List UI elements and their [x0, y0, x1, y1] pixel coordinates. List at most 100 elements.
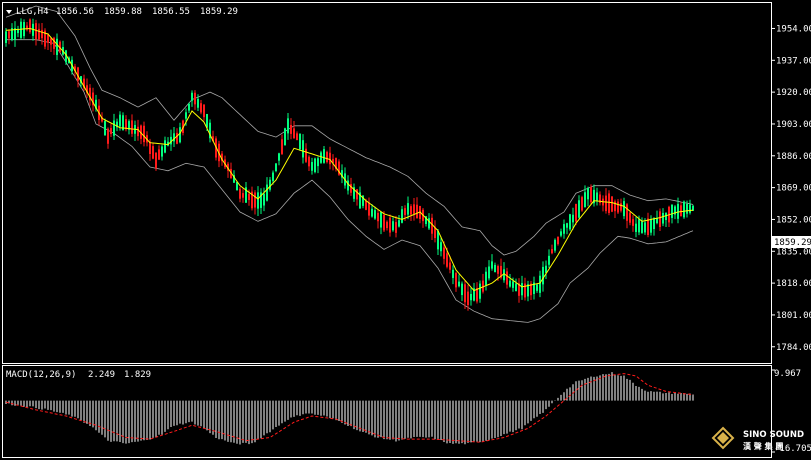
- candle-body: [428, 218, 430, 229]
- candle-body: [404, 208, 406, 216]
- chart-header: LLG,H4 1856.56 1859.88 1856.55 1859.29: [6, 7, 238, 17]
- candle-body: [536, 284, 538, 291]
- candle-body: [179, 127, 181, 143]
- candle-body: [512, 281, 514, 288]
- candle-body: [131, 120, 133, 134]
- candle-body: [50, 38, 52, 45]
- candle-body: [20, 21, 22, 38]
- macd-main-value: 2.249: [88, 370, 115, 380]
- candle-body: [371, 208, 373, 217]
- price-tick-label: 1869.00: [776, 184, 811, 194]
- high-value: 1859.88: [104, 7, 142, 17]
- price-axis: 1954.00 1937.00 1920.00 1903.00 1886.00 1869.…: [771, 24, 811, 353]
- candle-body: [164, 140, 166, 153]
- candle-body: [620, 203, 622, 211]
- price-tick-label: 1886.00: [776, 152, 811, 162]
- candle-body: [296, 133, 298, 141]
- candle-body: [263, 193, 265, 206]
- close-value: 1859.29: [200, 7, 238, 17]
- candle-body: [266, 184, 268, 201]
- candle-body: [320, 152, 322, 163]
- candle-body: [254, 192, 256, 208]
- candle-body: [569, 214, 571, 230]
- candle-body: [683, 201, 685, 218]
- candle-body: [659, 211, 661, 228]
- candle-body: [206, 113, 208, 128]
- candle-body: [368, 202, 370, 216]
- candle-body: [380, 211, 382, 228]
- price-panel-frame: [2, 2, 772, 364]
- candle-body: [311, 162, 313, 171]
- candle-body: [326, 151, 328, 163]
- price-tick-label: 1937.00: [776, 56, 811, 66]
- price-tick-label: 1852.00: [776, 215, 811, 225]
- candle-body: [389, 217, 391, 233]
- dropdown-triangle-icon[interactable]: [6, 10, 12, 14]
- candle-body: [278, 153, 280, 161]
- candle-body: [413, 204, 415, 214]
- candle-body: [647, 218, 649, 235]
- candle-body: [398, 220, 400, 227]
- candle-body: [596, 192, 598, 201]
- candle-body: [5, 31, 7, 43]
- candle-body: [56, 38, 58, 55]
- candle-body: [494, 264, 496, 273]
- candle-body: [653, 218, 655, 230]
- candle-body: [158, 149, 160, 160]
- candle-body: [41, 29, 43, 39]
- candle-body: [191, 92, 193, 101]
- candle-body: [197, 98, 199, 108]
- candle-body: [632, 219, 634, 226]
- candle-body: [449, 262, 451, 270]
- open-value: 1856.56: [56, 7, 94, 17]
- candle-body: [188, 103, 190, 111]
- candle-body: [443, 247, 445, 259]
- candle-body: [323, 149, 325, 163]
- candle-body: [455, 273, 457, 288]
- price-tick-label: 1784.00: [776, 343, 811, 353]
- candle-body: [275, 163, 277, 172]
- candle-body: [242, 193, 244, 198]
- candle-body: [515, 283, 517, 292]
- candle-body: [8, 31, 10, 39]
- candle-body: [308, 156, 310, 167]
- moving-average-line: [5, 27, 694, 292]
- candle-body: [497, 266, 499, 274]
- candle-body: [680, 205, 682, 217]
- candle-body: [287, 118, 289, 134]
- candle-body: [137, 126, 139, 137]
- price-tick-label: 1954.00: [776, 24, 811, 34]
- candle-body: [539, 275, 541, 293]
- candle-body: [587, 188, 589, 200]
- candle-body: [521, 283, 523, 296]
- candle-body: [248, 193, 250, 201]
- macd-signal-value: 1.829: [124, 370, 151, 380]
- candle-body: [563, 224, 565, 234]
- candle-body: [578, 200, 580, 218]
- candle-body: [104, 120, 106, 136]
- candle-body: [644, 222, 646, 233]
- candle-body: [548, 255, 550, 265]
- candle-body: [575, 203, 577, 222]
- candle-body: [119, 114, 121, 127]
- candle-body: [671, 204, 673, 218]
- candle-body: [590, 187, 592, 203]
- candle-body: [608, 193, 610, 213]
- candle-body: [566, 223, 568, 228]
- candle-body: [317, 158, 319, 167]
- candle-body: [551, 249, 553, 254]
- candle-body: [290, 124, 292, 134]
- price-tick-label: 1801.00: [776, 311, 811, 321]
- candle-body: [392, 221, 394, 231]
- trading-chart[interactable]: 1954.00 1937.00 1920.00 1903.00 1886.00 1869.…: [0, 0, 811, 460]
- candle-body: [293, 128, 295, 139]
- candle-body: [386, 221, 388, 229]
- candle-body: [641, 221, 643, 233]
- candle-body: [38, 28, 40, 40]
- candle-body: [365, 200, 367, 210]
- candle-body: [470, 293, 472, 301]
- candle-body: [152, 146, 154, 159]
- candle-body: [605, 195, 607, 212]
- candle-body: [464, 284, 466, 303]
- candle-body: [272, 172, 274, 181]
